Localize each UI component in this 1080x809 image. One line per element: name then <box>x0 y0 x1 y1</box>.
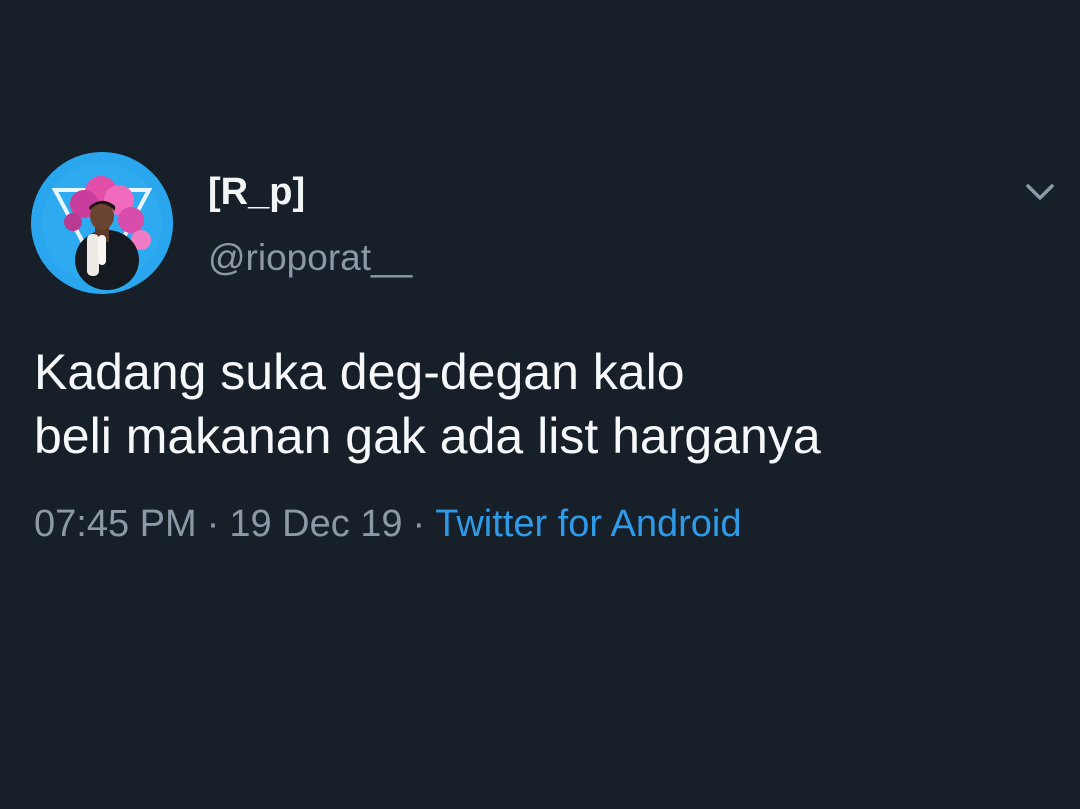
avatar-image <box>31 152 173 294</box>
tweet-date: 19 Dec 19 <box>229 503 403 545</box>
meta-separator: · <box>412 503 426 545</box>
display-name[interactable]: [R_p] <box>208 170 305 214</box>
tweet-meta: 07:45 PM · 19 Dec 19 · Twitter for Android <box>34 502 741 546</box>
tweet-text-line: beli makanan gak ada list harganya <box>34 408 821 464</box>
tweet-time: 07:45 PM <box>34 503 197 545</box>
chevron-down-icon[interactable] <box>1018 176 1062 208</box>
meta-separator: · <box>206 503 220 545</box>
tweet-text: Kadang suka deg-degan kalo beli makanan … <box>34 340 1044 468</box>
user-handle[interactable]: @rioporat__ <box>208 236 412 280</box>
avatar[interactable] <box>31 152 173 294</box>
tweet-text-line: Kadang suka deg-degan kalo <box>34 344 685 400</box>
tweet-source-link[interactable]: Twitter for Android <box>435 503 741 545</box>
tweet: [R_p] @rioporat__ Kadang suka deg-degan … <box>0 0 1080 809</box>
